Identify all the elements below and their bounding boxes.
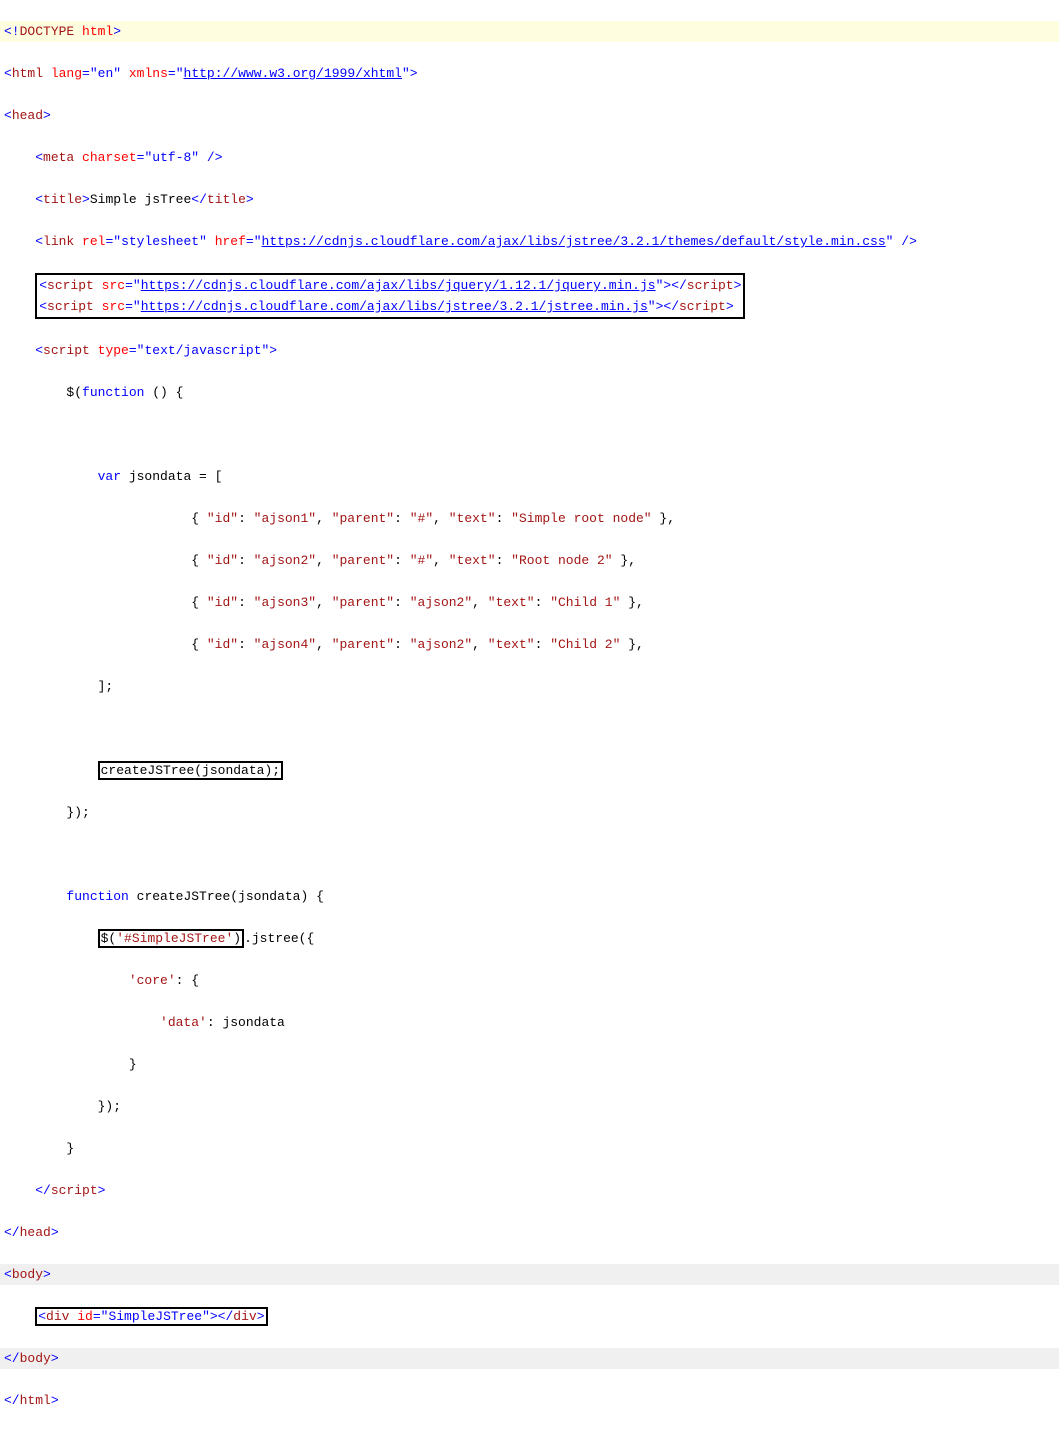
annotation-target-div: <div id="SimpleJSTree"></div>	[35, 1307, 267, 1326]
code-line: { "id": "ajson1", "parent": "#", "text":…	[0, 508, 1059, 529]
code-line: createJSTree(jsondata);	[0, 760, 1059, 781]
code-line: }	[0, 1138, 1059, 1159]
code-block: <!DOCTYPE html> <html lang="en" xmlns="h…	[0, 0, 1059, 1432]
code-line	[0, 718, 1059, 739]
code-line: { "id": "ajson3", "parent": "ajson2", "t…	[0, 592, 1059, 613]
code-line: </html>	[0, 1390, 1059, 1411]
code-line: }	[0, 1054, 1059, 1075]
annotation-createjstree-call: createJSTree(jsondata);	[98, 761, 283, 780]
code-line	[0, 844, 1059, 865]
doctype-kw: DOCTYPE	[20, 24, 75, 39]
code-line: <meta charset="utf-8" />	[0, 147, 1059, 168]
code-line: });	[0, 802, 1059, 823]
jquery-url[interactable]: https://cdnjs.cloudflare.com/ajax/libs/j…	[141, 278, 656, 293]
code-line: $(function () {	[0, 382, 1059, 403]
code-line: { "id": "ajson4", "parent": "ajson2", "t…	[0, 634, 1059, 655]
code-line: <script src="https://cdnjs.cloudflare.co…	[0, 273, 1059, 319]
code-line	[0, 424, 1059, 445]
code-line: </script>	[0, 1180, 1059, 1201]
stylesheet-url[interactable]: https://cdnjs.cloudflare.com/ajax/libs/j…	[262, 234, 886, 249]
jstree-url[interactable]: https://cdnjs.cloudflare.com/ajax/libs/j…	[141, 299, 648, 314]
annotation-selector-box: $('#SimpleJSTree')	[98, 929, 244, 948]
tag-open: <!	[4, 24, 20, 39]
xmlns-url[interactable]: http://www.w3.org/1999/xhtml	[184, 66, 402, 81]
code-line: function createJSTree(jsondata) {	[0, 886, 1059, 907]
code-line: <title>Simple jsTree</title>	[0, 189, 1059, 210]
code-line: ];	[0, 676, 1059, 697]
code-line: </body>	[0, 1348, 1059, 1369]
code-line: <script type="text/javascript">	[0, 340, 1059, 361]
code-line: <head>	[0, 105, 1059, 126]
code-line: var jsondata = [	[0, 466, 1059, 487]
code-line: <link rel="stylesheet" href="https://cdn…	[0, 231, 1059, 252]
doctype-val: html	[82, 24, 113, 39]
code-line: $('#SimpleJSTree').jstree({	[0, 928, 1059, 949]
code-line: <body>	[0, 1264, 1059, 1285]
code-line: 'data': jsondata	[0, 1012, 1059, 1033]
code-line: });	[0, 1096, 1059, 1117]
code-line: <html lang="en" xmlns="http://www.w3.org…	[0, 63, 1059, 84]
code-line: </head>	[0, 1222, 1059, 1243]
code-line: 'core': {	[0, 970, 1059, 991]
code-line: <!DOCTYPE html>	[0, 21, 1059, 42]
annotation-scripts-box: <script src="https://cdnjs.cloudflare.co…	[35, 273, 745, 319]
code-line: { "id": "ajson2", "parent": "#", "text":…	[0, 550, 1059, 571]
title-text: Simple jsTree	[90, 192, 191, 207]
code-line: <div id="SimpleJSTree"></div>	[0, 1306, 1059, 1327]
